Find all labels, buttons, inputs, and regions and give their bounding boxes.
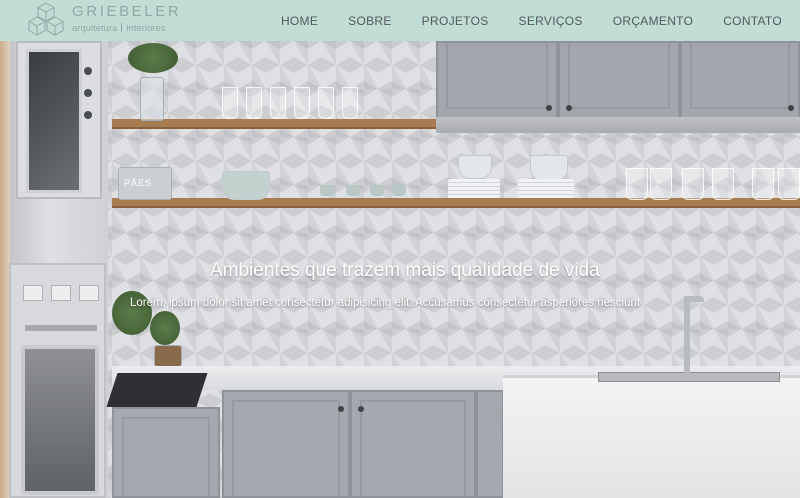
nav-contato[interactable]: CONTATO: [723, 14, 782, 28]
nav-orcamento[interactable]: ORÇAMENTO: [613, 14, 693, 28]
brand-tagline-left: arquitetura: [72, 23, 118, 34]
nav-servicos[interactable]: SERVIÇOS: [519, 14, 583, 28]
nav-projetos[interactable]: PROJETOS: [422, 14, 489, 28]
hero-title: Ambientes que trazem mais qualidade de v…: [210, 260, 600, 281]
cube-logo-icon: [28, 2, 64, 36]
nav-home[interactable]: HOME: [281, 14, 318, 28]
tagline-divider: [121, 23, 123, 32]
hero-banner: PÃES Ambientes que trazem mais qualidade…: [0, 41, 800, 498]
hero-subtitle: Lorem, ipsum dolor sit amet consectetur …: [130, 297, 641, 309]
brand-tagline-right: interiores: [126, 23, 166, 34]
brand-tagline: arquitetura interiores: [72, 23, 166, 34]
nav-sobre[interactable]: SOBRE: [348, 14, 392, 28]
brand-name: GRIEBELER: [72, 3, 182, 20]
brand-logo[interactable]: GRIEBELER arquitetura interiores: [28, 2, 182, 38]
main-nav: HOME SOBRE PROJETOS SERVIÇOS ORÇAMENTO C…: [281, 0, 782, 41]
site-header: GRIEBELER arquitetura interiores HOME SOB…: [0, 0, 800, 41]
hero-content: Ambientes que trazem mais qualidade de v…: [0, 41, 800, 498]
